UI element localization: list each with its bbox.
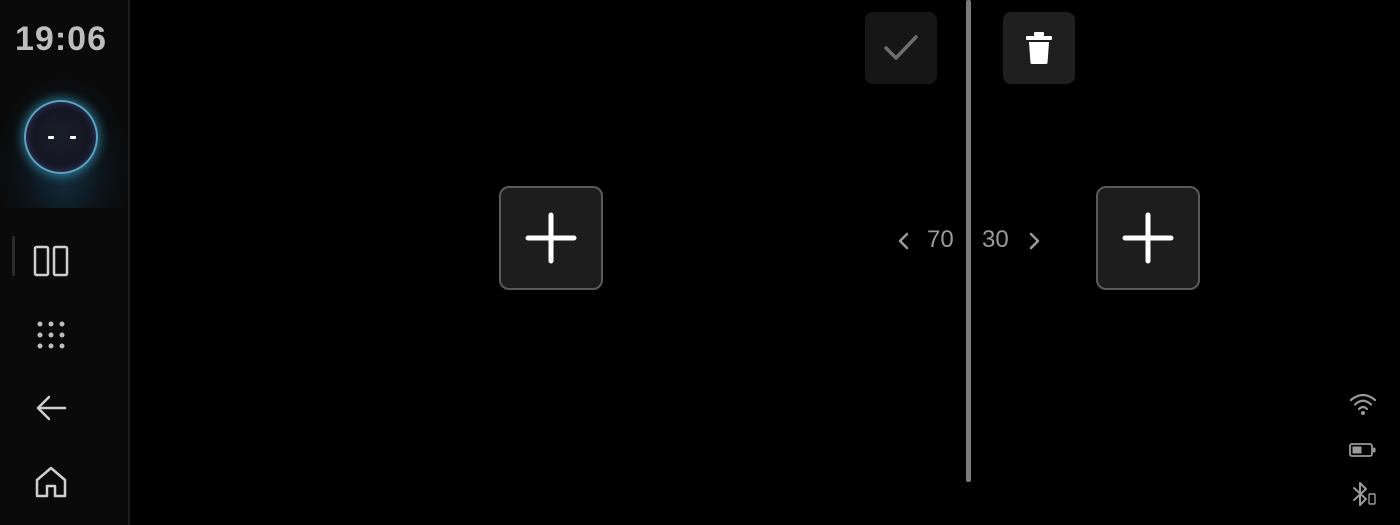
delete-button[interactable] — [1003, 12, 1075, 84]
split-screen-editor: 19:06 70 30 — [0, 0, 1400, 525]
chevron-right-icon — [1029, 232, 1040, 250]
home-icon — [35, 466, 67, 498]
trash-icon — [1026, 32, 1052, 64]
active-nav-indicator — [12, 236, 15, 276]
right-pane-ratio: 30 — [982, 226, 1009, 253]
clock: 19:06 — [15, 20, 107, 58]
add-app-left-button[interactable] — [499, 186, 603, 290]
back-arrow-icon — [36, 395, 67, 421]
assistant-eye-right — [70, 136, 76, 139]
wifi-status — [1346, 390, 1380, 418]
apps-button[interactable] — [26, 310, 76, 360]
bluetooth-icon — [1353, 482, 1376, 506]
voice-assistant-button[interactable] — [24, 100, 98, 174]
confirm-button[interactable] — [865, 12, 937, 84]
split-screen-icon — [33, 245, 69, 277]
sidebar: 19:06 — [0, 0, 130, 525]
ratio-decrease-button[interactable] — [893, 226, 913, 256]
plus-icon — [525, 212, 577, 264]
left-pane-ratio: 70 — [927, 226, 954, 253]
ratio-increase-button[interactable] — [1025, 226, 1045, 256]
home-button[interactable] — [26, 457, 76, 507]
battery-icon — [1349, 443, 1376, 457]
add-app-right-button[interactable] — [1096, 186, 1200, 290]
bluetooth-status — [1346, 480, 1380, 508]
back-button[interactable] — [26, 383, 76, 433]
split-divider[interactable] — [966, 0, 971, 482]
checkmark-icon — [884, 35, 918, 60]
assistant-eye-left — [48, 136, 54, 139]
app-grid-icon — [37, 321, 65, 349]
split-screen-button[interactable] — [26, 236, 76, 286]
plus-icon — [1122, 212, 1174, 264]
wifi-icon — [1349, 393, 1377, 415]
chevron-left-icon — [898, 232, 909, 250]
battery-status — [1346, 436, 1380, 464]
